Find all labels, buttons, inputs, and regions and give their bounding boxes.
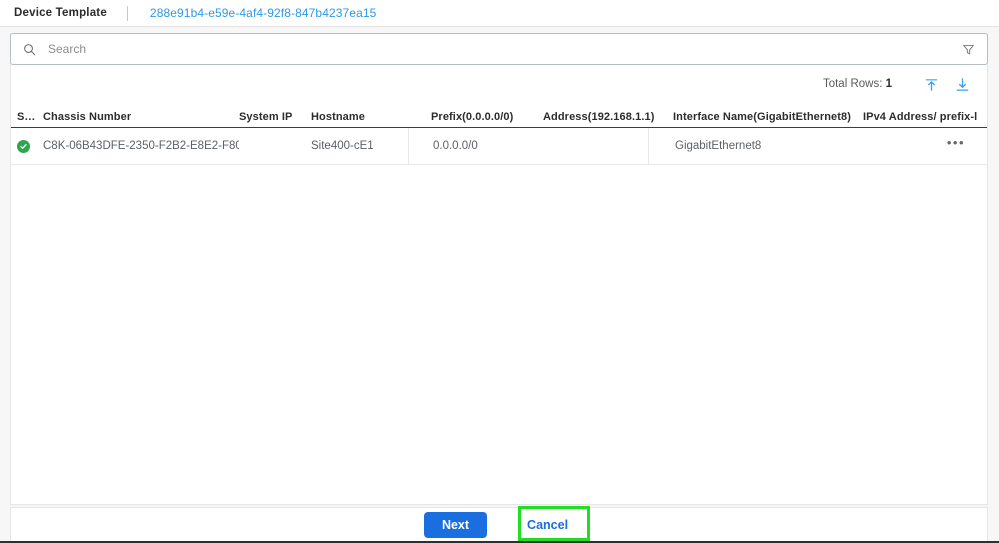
column-header-interface[interactable]: Interface Name(GigabitEthernet8): [673, 111, 863, 127]
row-status-cell: [17, 139, 43, 153]
column-header-chassis[interactable]: Chassis Number: [43, 111, 239, 127]
total-rows: Total Rows: 1: [823, 78, 892, 90]
upload-icon[interactable]: [924, 77, 939, 92]
page-title: Device Template: [14, 7, 107, 19]
dialog-footer: Next Cancel: [10, 507, 988, 542]
filter-funnel-icon[interactable]: [962, 43, 975, 56]
column-header-system-ip[interactable]: System IP: [239, 111, 311, 127]
header-divider: [126, 5, 128, 21]
download-icon[interactable]: [955, 77, 970, 92]
column-header-select[interactable]: S…: [17, 111, 43, 127]
total-rows-label: Total Rows:: [822, 78, 883, 90]
cancel-button[interactable]: Cancel: [521, 517, 574, 533]
status-ok-icon: [17, 139, 30, 153]
devices-table: S… Chassis Number System IP Hostname Pre…: [11, 104, 987, 165]
template-uuid-link[interactable]: 288e91b4-e59e-4af4-92f8-847b4237ea15: [150, 6, 376, 20]
cell-divider: [408, 128, 409, 165]
search-icon: [23, 43, 36, 56]
cell-chassis-number: C8K-06B43DFE-2350-F2B2-E8E2-F80…: [43, 140, 239, 152]
column-header-prefix[interactable]: Prefix(0.0.0.0/0): [431, 111, 543, 127]
next-button[interactable]: Next: [423, 511, 488, 538]
search-bar[interactable]: [10, 33, 988, 65]
cell-hostname: Site400-cE1: [311, 140, 374, 152]
cell-prefix[interactable]: 0.0.0.0/0: [431, 140, 543, 152]
column-header-address[interactable]: Address(192.168.1.1): [543, 111, 673, 127]
table-toolbar: Total Rows: 1: [10, 70, 988, 98]
column-header-hostname[interactable]: Hostname: [311, 111, 431, 127]
table-header-row: S… Chassis Number System IP Hostname Pre…: [11, 104, 987, 128]
search-input[interactable]: [48, 42, 962, 56]
more-actions-icon[interactable]: •••: [947, 136, 965, 149]
table-row[interactable]: C8K-06B43DFE-2350-F2B2-E8E2-F80… Site400…: [11, 128, 987, 165]
breadcrumb-header: Device Template 288e91b4-e59e-4af4-92f8-…: [0, 0, 999, 27]
cell-interface-name[interactable]: GigabitEthernet8: [673, 140, 863, 152]
column-header-ipv4[interactable]: IPv4 Address/ prefix-l: [863, 111, 993, 127]
cell-divider: [648, 128, 649, 165]
total-rows-value: 1: [885, 78, 892, 90]
